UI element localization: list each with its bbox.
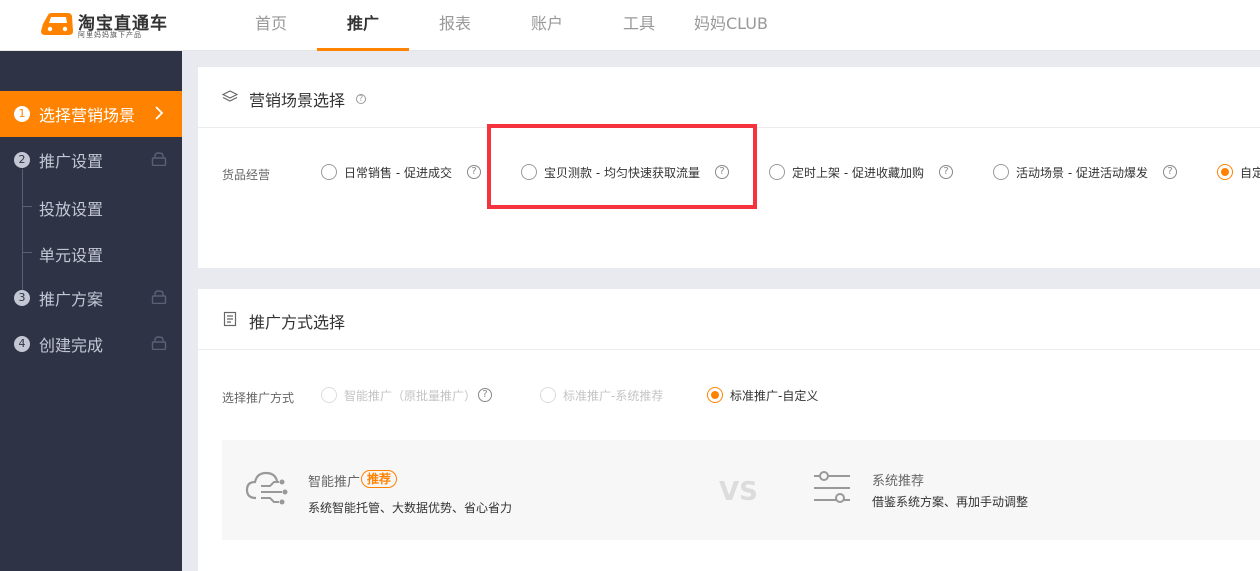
nav-mama-club[interactable]: 妈妈CLUB: [685, 0, 777, 51]
step-label: 推广方案: [39, 290, 104, 309]
step-number: 1: [14, 106, 30, 122]
step-promotion-settings[interactable]: 2 推广设置: [0, 137, 182, 183]
radio-button[interactable]: [321, 164, 337, 180]
system-recommend-title: 系统推荐: [872, 474, 925, 489]
vs-label: VS: [719, 477, 758, 507]
lock-icon: [151, 290, 167, 304]
help-icon[interactable]: ?: [466, 165, 481, 179]
highlight-annotation: [487, 124, 757, 209]
help-icon[interactable]: ?: [356, 94, 366, 104]
option-label: 活动场景 - 促进活动爆发: [1016, 165, 1148, 180]
nav-promotion[interactable]: 推广: [317, 0, 409, 51]
nav-account[interactable]: 账户: [501, 0, 593, 51]
radio-button[interactable]: [993, 164, 1009, 180]
option-label: 日常销售 - 促进成交: [344, 165, 452, 180]
step-number: 3: [14, 290, 30, 306]
radio-button[interactable]: [769, 164, 785, 180]
step-number: 2: [14, 152, 30, 168]
logo[interactable]: 淘宝直通车 阿里妈妈旗下产品: [40, 8, 180, 42]
main-nav: 首页 推广 报表 账户 工具 妈妈CLUB: [225, 0, 777, 51]
scene-section-title: 营销场景选择: [249, 91, 346, 110]
radio-button[interactable]: [321, 387, 337, 403]
recommend-badge: 推荐: [361, 470, 398, 488]
method-compare-panel: 智能推广 推荐 系统智能托管、大数据优势、省心省力 VS 系统推荐 借鉴系统方案…: [222, 440, 1260, 540]
clip-right: 自定义场景: [1217, 157, 1260, 187]
help-icon[interactable]: ?: [478, 388, 493, 402]
cloud-network-icon: [245, 471, 288, 505]
method-section-title: 推广方式选择: [249, 313, 346, 332]
scene-option-scheduled-listing[interactable]: 定时上架 - 促进收藏加购 ?: [769, 162, 953, 182]
scene-option-custom[interactable]: 自定义场景: [1217, 162, 1260, 182]
step-label: 投放设置: [39, 200, 104, 219]
smart-promotion-title: 智能推广: [308, 475, 361, 490]
step-promotion-plan[interactable]: 3 推广方案: [0, 275, 182, 321]
option-label: 定时上架 - 促进收藏加购: [792, 165, 924, 180]
step-unit-settings[interactable]: 单元设置: [0, 229, 182, 275]
lock-icon: [151, 336, 167, 350]
step-select-scene[interactable]: 1 选择营销场景: [0, 91, 182, 137]
nav-reports[interactable]: 报表: [409, 0, 501, 51]
method-selection-card: 推广方式选择 选择推广方式 智能推广（原批量推广） ? 标准推广-系统推荐 标准…: [198, 289, 1260, 571]
scene-option-campaign[interactable]: 活动场景 - 促进活动爆发 ?: [993, 162, 1177, 182]
document-icon: [223, 311, 237, 327]
radio-button[interactable]: [707, 387, 723, 403]
chevron-right-icon: [155, 106, 164, 120]
select-method-label: 选择推广方式: [222, 391, 295, 405]
smart-promotion-desc: 系统智能托管、大数据优势、省心省力: [308, 501, 513, 515]
car-logo-icon: [41, 13, 73, 35]
method-option-smart[interactable]: 智能推广（原批量推广） ?: [321, 385, 493, 405]
option-label: 自定义场景: [1240, 165, 1260, 180]
nav-home[interactable]: 首页: [225, 0, 317, 51]
method-option-custom[interactable]: 标准推广-自定义: [707, 385, 818, 405]
top-bar: 淘宝直通车 阿里妈妈旗下产品 首页 推广 报表 账户 工具 妈妈CLUB: [0, 0, 1260, 51]
step-label: 选择营销场景: [39, 106, 136, 125]
method-option-system-recommend[interactable]: 标准推广-系统推荐: [540, 385, 663, 405]
step-label: 推广设置: [39, 152, 104, 171]
help-icon[interactable]: ?: [938, 165, 953, 179]
step-number: 4: [14, 336, 30, 352]
step-create-complete[interactable]: 4 创建完成: [0, 321, 182, 367]
help-icon[interactable]: ?: [1162, 165, 1177, 179]
option-label: 标准推广-自定义: [730, 388, 819, 403]
card-header: 推广方式选择: [198, 289, 1260, 350]
goods-operation-label: 货品经营: [222, 168, 271, 182]
option-label: 标准推广-系统推荐: [563, 388, 664, 403]
step-label: 单元设置: [39, 246, 104, 265]
scene-option-daily-sales[interactable]: 日常销售 - 促进成交 ?: [321, 162, 481, 182]
step-label: 创建完成: [39, 336, 104, 355]
option-label: 智能推广（原批量推广）: [344, 388, 477, 403]
layers-icon: [222, 90, 238, 102]
radio-button[interactable]: [1217, 164, 1233, 180]
lock-icon: [151, 152, 167, 166]
step-delivery-settings[interactable]: 投放设置: [0, 183, 182, 229]
system-recommend-desc: 借鉴系统方案、再加手动调整: [872, 495, 1029, 509]
radio-button[interactable]: [540, 387, 556, 403]
card-header: 营销场景选择 ?: [198, 67, 1260, 128]
logo-subtitle: 阿里妈妈旗下产品: [78, 31, 142, 39]
step-sidebar: 1 选择营销场景 2 推广设置 投放设置 单元设置 3 推广方案 4 创建完成: [0, 51, 182, 571]
nav-tools[interactable]: 工具: [593, 0, 685, 51]
sliders-icon: [814, 471, 850, 503]
